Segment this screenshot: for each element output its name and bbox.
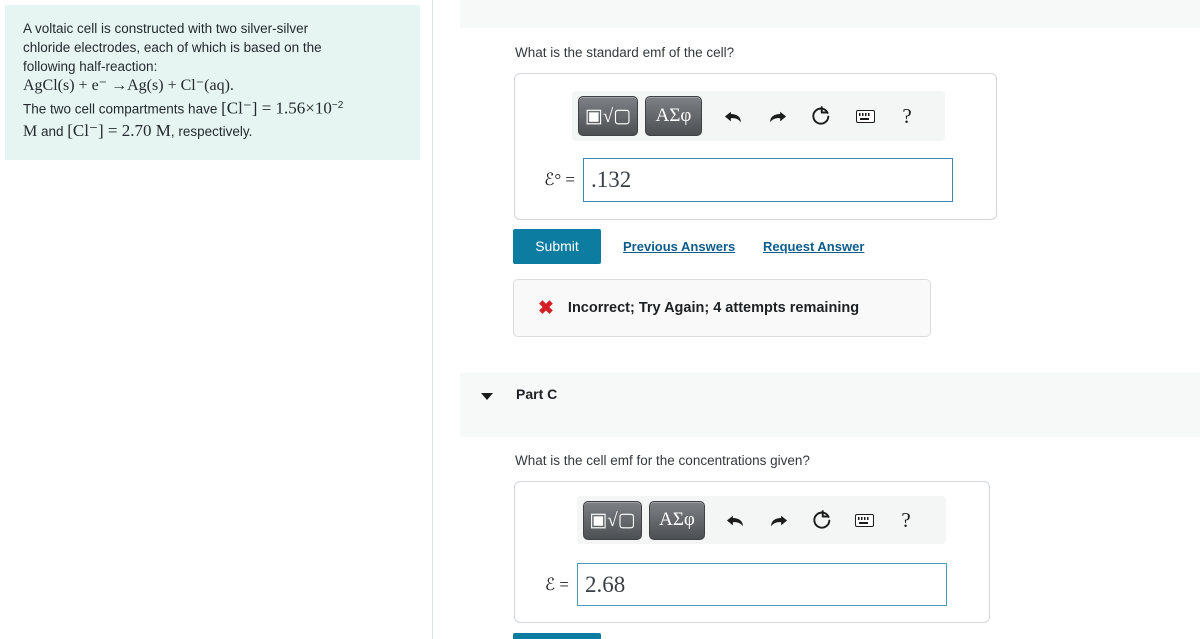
redo-icon[interactable] [760,99,794,133]
problem-line-3: following half-reaction: [23,59,158,74]
part-c-submit-button[interactable]: Submit [513,633,601,639]
math-template-button[interactable]: ▣√▢ [583,500,642,540]
part-b-feedback-box: ✖ Incorrect; Try Again; 4 attempts remai… [513,279,931,337]
keyboard-icon[interactable] [848,504,881,537]
part-b-question: What is the standard emf of the cell? [515,45,735,60]
chevron-down-icon[interactable] [481,393,493,400]
problem-line-4-prefix: The two cell compartments have [23,101,222,117]
redo-icon[interactable] [762,504,795,537]
part-b-answer-row: ℰ° = .132 [515,157,998,202]
problem-line-2: chloride electrodes, each of which is ba… [23,40,322,55]
greek-symbols-button[interactable]: ΑΣφ [649,500,705,540]
reset-icon[interactable] [805,504,838,537]
answer-column: What is the standard emf of the cell? ▣√… [460,0,1200,639]
help-icon[interactable]: ? [891,504,921,537]
concentration-1-exponent: −2 [331,100,344,111]
part-c-math-toolbar: ▣√▢ ΑΣφ ? [577,496,946,544]
reset-icon[interactable] [804,99,838,133]
problem-statement-panel: A voltaic cell is constructed with two s… [5,5,420,160]
part-c-question: What is the cell emf for the concentrati… [515,453,810,468]
keyboard-icon[interactable] [848,99,882,133]
math-template-button[interactable]: ▣√▢ [578,96,638,136]
problem-page: A voltaic cell is constructed with two s… [0,0,1200,639]
problem-line-1: A voltaic cell is constructed with two s… [23,21,309,36]
problem-line-5-mid: and [37,123,68,139]
problem-text: A voltaic cell is constructed with two s… [5,5,420,142]
part-c-answer-row: ℰ = 2.68 [515,562,991,607]
part-c-answer-card: ▣√▢ ΑΣφ ? ℰ = 2.68 [514,481,990,623]
part-b-math-toolbar: ▣√▢ ΑΣφ ? [572,91,945,141]
undo-icon[interactable] [719,504,752,537]
help-icon[interactable]: ? [892,99,922,133]
part-b-feedback-text: Incorrect; Try Again; 4 attempts remaini… [567,300,860,316]
concentration-2: [Cl⁻] = 2.70 M [67,120,171,140]
half-reaction-equation: AgCl(s) + e⁻ →Ag(s) + Cl⁻(aq). [23,77,234,94]
x-mark-icon: ✖ [538,297,554,319]
concentration-1: [Cl⁻] = 1.56×10 [221,98,332,118]
part-c-answer-input[interactable]: 2.68 [577,563,947,606]
part-b-request-answer-link[interactable]: Request Answer [763,239,864,254]
part-b-answer-label: ℰ° = [544,169,575,189]
undo-icon[interactable] [716,99,750,133]
problem-line-5: M and [Cl⁻] = 2.70 M, respectively. [23,120,402,142]
part-b-answer-input[interactable]: .132 [583,157,953,202]
greek-symbols-button[interactable]: ΑΣφ [645,96,702,136]
part-c-answer-label: ℰ = [544,574,569,594]
column-divider [432,0,433,639]
problem-line-4: The two cell compartments have [Cl⁻] = 1… [23,95,402,120]
part-b-submit-button[interactable]: Submit [513,229,601,264]
problem-line-5-end: , respectively. [170,123,253,139]
part-b-answer-card: ▣√▢ ΑΣφ ? ℰ° = .132 [514,73,997,220]
molarity-unit: M [23,122,38,140]
part-c-header[interactable]: Part C [460,373,1200,437]
part-b-previous-answers-link[interactable]: Previous Answers [623,239,735,254]
part-c-title: Part C [516,386,558,402]
